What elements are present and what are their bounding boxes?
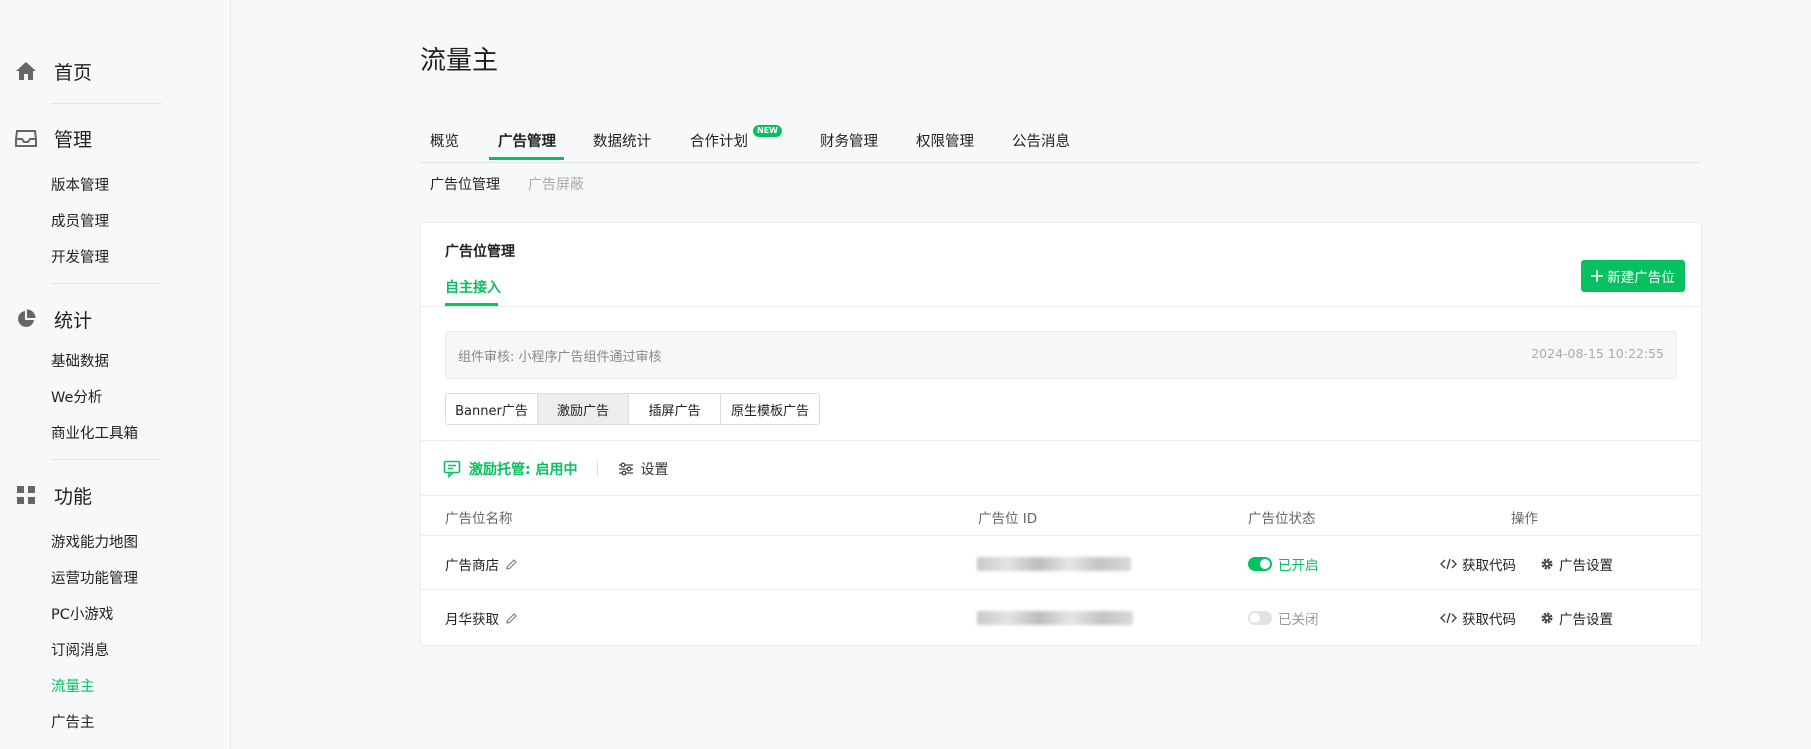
- managed-status: 激励托管: 启用中 设置: [443, 459, 668, 479]
- sidebar-item-toolbox[interactable]: 商业化工具箱: [51, 424, 138, 444]
- new-ad-slot-button[interactable]: 新建广告位: [1581, 260, 1685, 292]
- ad-settings-button[interactable]: 广告设置: [1540, 554, 1613, 574]
- sidebar-item-members[interactable]: 成员管理: [51, 212, 109, 232]
- plus-icon: [1591, 270, 1604, 282]
- get-code-button[interactable]: 获取代码: [1440, 608, 1516, 628]
- page-title: 流量主: [420, 46, 499, 76]
- sidebar-divider: [51, 103, 162, 104]
- pie-chart-icon: [14, 307, 38, 331]
- get-code-label: 获取代码: [1462, 612, 1516, 628]
- tab-announcements[interactable]: 公告消息: [1012, 130, 1070, 151]
- message-icon: [443, 460, 461, 478]
- inbox-icon: [14, 126, 38, 150]
- column-header-status: 广告位状态: [1248, 511, 1316, 527]
- ad-slot-id-redacted: [977, 557, 1131, 571]
- tab-finance[interactable]: 财务管理: [820, 130, 878, 151]
- subtab-ad-block[interactable]: 广告屏蔽: [528, 174, 584, 194]
- review-notice: 组件审核: 小程序广告组件通过审核 2024-08-15 10:22:55: [445, 331, 1677, 379]
- tab-data-stats[interactable]: 数据统计: [593, 130, 651, 151]
- tab-self-access[interactable]: 自主接入: [445, 277, 501, 297]
- ad-settings-label: 广告设置: [1559, 612, 1613, 628]
- sidebar-group-label: 首页: [54, 61, 93, 84]
- ad-type-interstitial[interactable]: 插屏广告: [629, 394, 721, 424]
- sidebar-divider: [51, 283, 162, 284]
- sidebar-group-stats[interactable]: 统计: [14, 304, 92, 334]
- sidebar: 首页 管理 版本管理 成员管理 开发管理 统计 基础数据 We分析 商业化工具箱…: [0, 0, 231, 749]
- status-toggle[interactable]: [1248, 557, 1272, 571]
- sidebar-item-pc-game[interactable]: PC小游戏: [51, 605, 113, 625]
- ad-slot-name: 月华获取: [445, 608, 518, 628]
- sidebar-group-label: 功能: [54, 485, 93, 508]
- home-icon: [14, 59, 38, 83]
- notice-text: 组件审核: 小程序广告组件通过审核: [458, 350, 662, 365]
- separator: [597, 462, 599, 476]
- ad-slot-id-redacted: [977, 611, 1133, 625]
- code-icon: [1440, 558, 1457, 570]
- settings-label: 设置: [640, 462, 669, 478]
- edit-icon[interactable]: [505, 558, 518, 571]
- sidebar-item-home[interactable]: 首页: [14, 56, 92, 86]
- ad-slot-name: 广告商店: [445, 554, 518, 574]
- new-ad-slot-label: 新建广告位: [1607, 270, 1675, 286]
- sidebar-item-subscribe[interactable]: 订阅消息: [51, 641, 109, 661]
- sidebar-item-version[interactable]: 版本管理: [51, 176, 109, 196]
- sliders-icon: [619, 462, 634, 476]
- managed-settings-button[interactable]: 设置: [618, 459, 668, 479]
- ad-settings-label: 广告设置: [1559, 558, 1613, 574]
- sidebar-item-dev[interactable]: 开发管理: [51, 248, 109, 268]
- column-header-id: 广告位 ID: [978, 511, 1038, 527]
- status-cell: 已关闭: [1248, 608, 1319, 628]
- ad-type-rewarded[interactable]: 激励广告: [538, 394, 629, 424]
- gear-icon: [1541, 558, 1553, 570]
- sidebar-group-manage[interactable]: 管理: [14, 123, 92, 153]
- ad-type-banner[interactable]: Banner广告: [446, 394, 538, 424]
- active-tab-indicator: [489, 157, 564, 160]
- notice-timestamp: 2024-08-15 10:22:55: [1531, 346, 1664, 361]
- get-code-button[interactable]: 获取代码: [1440, 554, 1516, 574]
- divider: [421, 440, 1701, 441]
- tab-overview[interactable]: 概览: [430, 130, 459, 151]
- card-title: 广告位管理: [445, 244, 515, 260]
- sidebar-divider: [51, 459, 162, 460]
- ad-slot-card: 广告位管理 自主接入 新建广告位 组件审核: 小程序广告组件通过审核 2024-…: [420, 222, 1702, 646]
- sidebar-item-ability-map[interactable]: 游戏能力地图: [51, 533, 138, 553]
- ad-slot-name-text: 月华获取: [445, 612, 499, 628]
- grid-icon: [14, 483, 38, 507]
- get-code-label: 获取代码: [1462, 558, 1516, 574]
- column-header-name: 广告位名称: [445, 511, 513, 527]
- status-label: 已关闭: [1278, 612, 1319, 628]
- managed-label: 激励托管: 启用中: [469, 462, 578, 478]
- sidebar-group-features[interactable]: 功能: [14, 480, 92, 510]
- sidebar-item-traffic-owner[interactable]: 流量主: [51, 677, 95, 697]
- status-toggle[interactable]: [1248, 611, 1272, 625]
- status-cell: 已开启: [1248, 554, 1319, 574]
- gear-icon: [1541, 612, 1553, 624]
- tab-ad-management[interactable]: 广告管理: [498, 130, 556, 151]
- divider: [421, 535, 1701, 536]
- tab-permissions[interactable]: 权限管理: [916, 130, 974, 151]
- new-badge: NEW: [753, 125, 782, 137]
- divider: [421, 495, 1701, 496]
- tab-cooperation[interactable]: 合作计划: [690, 130, 748, 151]
- sidebar-group-label: 管理: [54, 128, 93, 151]
- ad-type-native-template[interactable]: 原生模板广告: [721, 394, 819, 424]
- sidebar-group-label: 统计: [54, 309, 93, 332]
- column-header-actions: 操作: [1511, 511, 1538, 527]
- subtab-ad-slot[interactable]: 广告位管理: [430, 174, 500, 194]
- ad-type-selector: Banner广告 激励广告 插屏广告 原生模板广告: [445, 393, 820, 425]
- ad-slot-name-text: 广告商店: [445, 558, 499, 574]
- status-label: 已开启: [1278, 558, 1319, 574]
- sidebar-item-we-analysis[interactable]: We分析: [51, 388, 102, 408]
- code-icon: [1440, 612, 1457, 624]
- ad-settings-button[interactable]: 广告设置: [1540, 608, 1613, 628]
- divider: [421, 306, 1701, 307]
- sidebar-item-basic-data[interactable]: 基础数据: [51, 352, 109, 372]
- divider: [421, 589, 1701, 590]
- sidebar-item-ops[interactable]: 运营功能管理: [51, 569, 138, 589]
- main-tabs: 概览 广告管理 数据统计 合作计划 财务管理 权限管理 公告消息: [420, 124, 1700, 163]
- sidebar-item-advertiser[interactable]: 广告主: [51, 713, 95, 733]
- edit-icon[interactable]: [505, 612, 518, 625]
